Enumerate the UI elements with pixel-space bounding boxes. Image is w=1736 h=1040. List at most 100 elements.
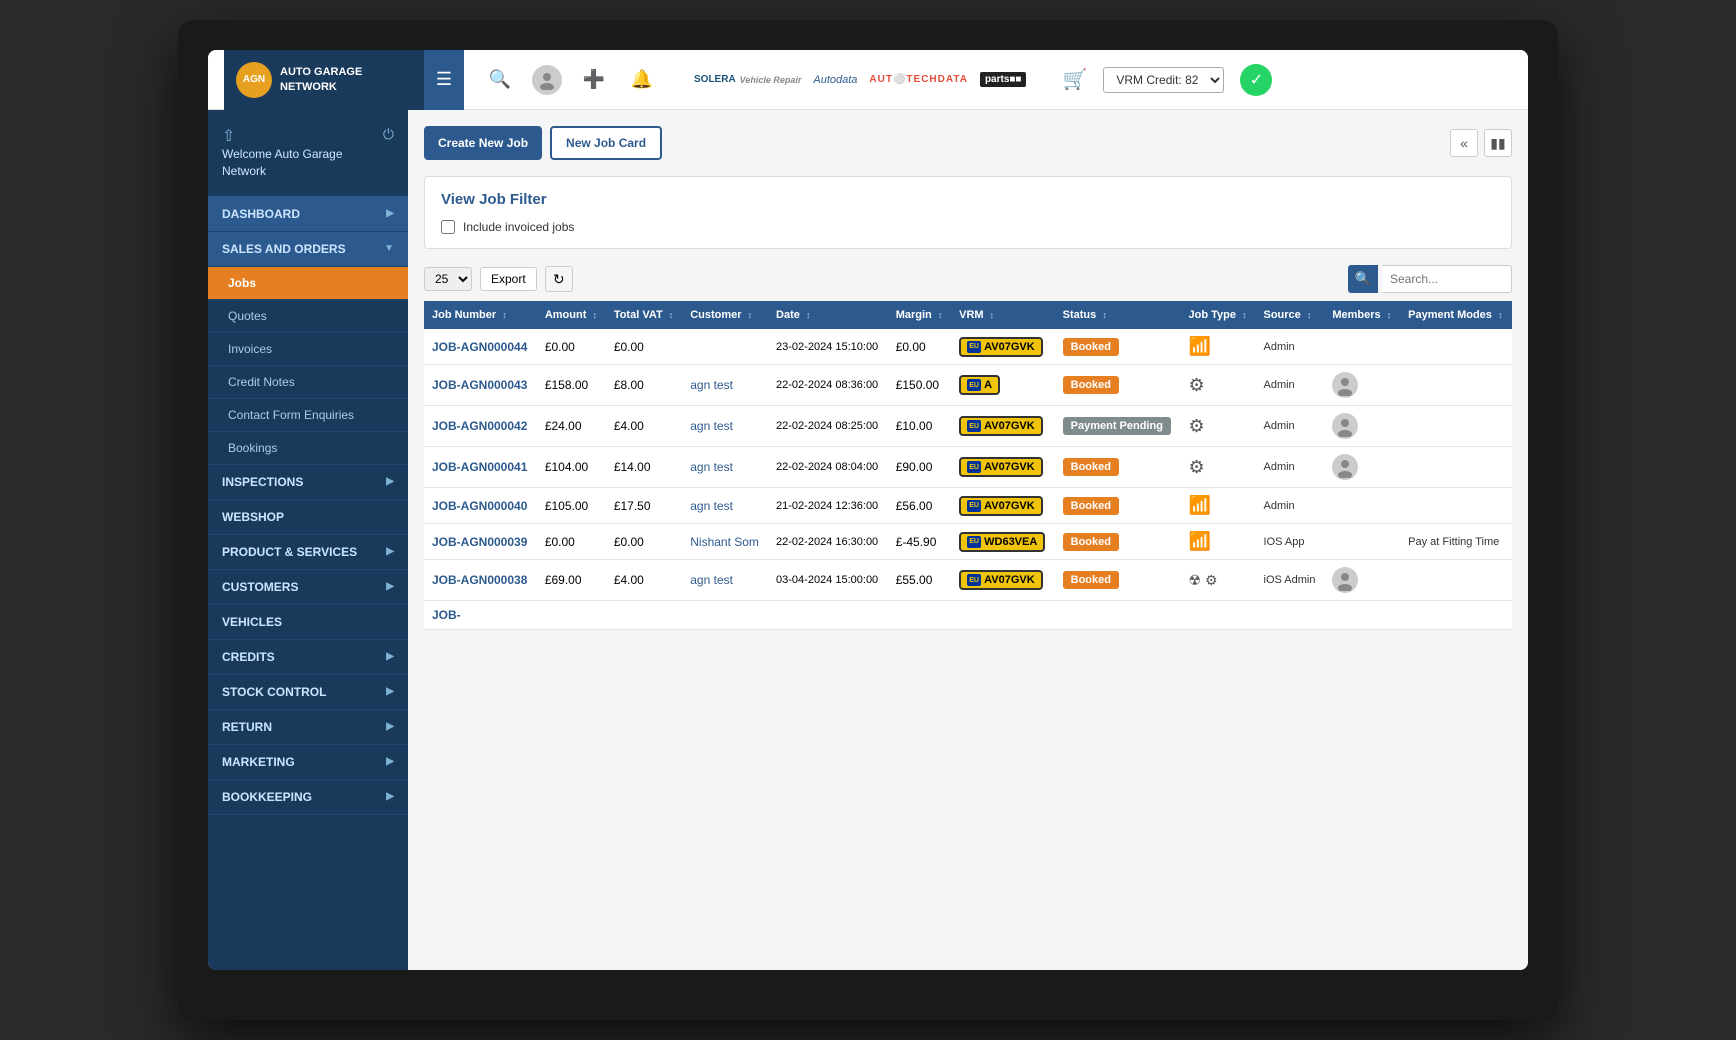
table-search-button[interactable]: 🔍 — [1348, 265, 1378, 293]
job-number-link[interactable]: JOB-AGN000041 — [432, 460, 527, 474]
cell-vrm: EUA — [951, 365, 1055, 406]
customer-link[interactable]: agn test — [690, 573, 733, 587]
cell-vrm: EUAV07GVK — [951, 329, 1055, 365]
vrm-credit-select[interactable]: VRM Credit: 82 — [1103, 67, 1224, 93]
th-members: Members ↕ — [1324, 301, 1400, 329]
cell-source — [1256, 601, 1325, 630]
sidebar-item-vehicles[interactable]: VEHICLES — [208, 605, 408, 640]
table-row: JOB-AGN000042£24.00£4.00agn test22-02-20… — [424, 406, 1512, 447]
job-number-link[interactable]: JOB-AGN000039 — [432, 535, 527, 549]
sidebar-item-customers[interactable]: CUSTOMERS ▶ — [208, 570, 408, 605]
cell-job-number: JOB-AGN000041 — [424, 447, 537, 488]
add-icon-button[interactable]: ➕ — [578, 64, 610, 96]
table-row: JOB-AGN000038£69.00£4.00agn test03-04-20… — [424, 560, 1512, 601]
bell-icon-button[interactable]: 🔔 — [626, 64, 658, 96]
status-badge: Booked — [1063, 533, 1119, 551]
cell-source: Admin — [1256, 447, 1325, 488]
vrm-badge[interactable]: EUAV07GVK — [959, 337, 1043, 357]
cell-customer: agn test — [682, 560, 768, 601]
table-row: JOB- — [424, 601, 1512, 630]
table-header-row: Job Number ↕ Amount ↕ Total VAT ↕ Custom… — [424, 301, 1512, 329]
vrm-badge[interactable]: EUAV07GVK — [959, 457, 1043, 477]
job-number-link[interactable]: JOB-AGN000038 — [432, 573, 527, 587]
cell-customer: agn test — [682, 488, 768, 524]
cell-members — [1324, 601, 1400, 630]
vrm-badge[interactable]: EUWD63VEA — [959, 532, 1045, 552]
sidebar-item-credits[interactable]: CREDITS ▶ — [208, 640, 408, 675]
cell-payment-modes — [1400, 406, 1512, 447]
up-arrow-icon[interactable]: ⇧ — [222, 126, 343, 146]
new-job-card-button[interactable]: New Job Card — [550, 126, 662, 160]
profile-avatar-nav[interactable] — [532, 65, 562, 95]
sidebar-item-bookkeeping[interactable]: BOOKKEEPING ▶ — [208, 780, 408, 815]
cell-total-vat: £14.00 — [606, 447, 682, 488]
export-button[interactable]: Export — [480, 267, 537, 291]
sidebar-item-webshop[interactable]: WEBSHOP — [208, 500, 408, 535]
sidebar-sub-quotes[interactable]: Quotes — [208, 300, 408, 333]
logo-area: AGN AUTO GARAGE NETWORK — [224, 50, 424, 110]
vrm-badge[interactable]: EUA — [959, 375, 1000, 395]
job-number-link[interactable]: JOB-AGN000044 — [432, 340, 527, 354]
per-page-select[interactable]: 25 — [424, 267, 472, 291]
search-icon-button[interactable]: 🔍 — [484, 64, 516, 96]
sidebar: ⇧ Welcome Auto GarageNetwork ⏻ DASHBOARD… — [208, 110, 408, 970]
vrm-badge[interactable]: EUAV07GVK — [959, 570, 1043, 590]
customer-link[interactable]: agn test — [690, 460, 733, 474]
whatsapp-button[interactable]: ✓ — [1240, 64, 1272, 96]
job-number-link[interactable]: JOB- — [432, 608, 461, 622]
sidebar-item-marketing[interactable]: MARKETING ▶ — [208, 745, 408, 780]
logo-icon: AGN — [236, 62, 272, 98]
cell-source: IOS App — [1256, 524, 1325, 560]
sidebar-item-inspections[interactable]: INSPECTIONS ▶ — [208, 465, 408, 500]
cell-total-vat: £0.00 — [606, 329, 682, 365]
toolbar-left: Create New Job New Job Card — [424, 126, 662, 160]
toolbar-right: « ▮▮ — [1450, 129, 1512, 157]
job-number-link[interactable]: JOB-AGN000042 — [432, 419, 527, 433]
cell-vrm — [951, 601, 1055, 630]
include-invoiced-checkbox[interactable] — [441, 220, 455, 234]
cell-source: Admin — [1256, 365, 1325, 406]
wifi-icon: 📶 — [1189, 531, 1211, 551]
sidebar-sub-bookings[interactable]: Bookings — [208, 432, 408, 465]
cell-vrm: EUWD63VEA — [951, 524, 1055, 560]
member-avatar — [1332, 372, 1358, 398]
toolbar-back-button[interactable]: « — [1450, 129, 1478, 157]
refresh-button[interactable]: ↻ — [545, 266, 573, 292]
chevron-marketing: ▶ — [386, 756, 394, 767]
th-customer: Customer ↕ — [682, 301, 768, 329]
th-job-type: Job Type ↕ — [1181, 301, 1256, 329]
sidebar-item-dashboard[interactable]: DASHBOARD ▶ — [208, 197, 408, 232]
job-number-link[interactable]: JOB-AGN000040 — [432, 499, 527, 513]
cell-customer: agn test — [682, 365, 768, 406]
cell-amount: £24.00 — [537, 406, 606, 447]
create-new-job-button[interactable]: Create New Job — [424, 126, 542, 160]
filter-row: Include invoiced jobs — [441, 220, 1495, 234]
sidebar-sub-contact-form[interactable]: Contact Form Enquiries — [208, 399, 408, 432]
status-badge: Payment Pending — [1063, 417, 1171, 435]
power-icon[interactable]: ⏻ — [383, 126, 394, 143]
sidebar-item-return[interactable]: RETURN ▶ — [208, 710, 408, 745]
sidebar-sub-jobs[interactable]: Jobs — [208, 267, 408, 300]
cell-date — [768, 601, 888, 630]
job-number-link[interactable]: JOB-AGN000043 — [432, 378, 527, 392]
sidebar-item-stock-control[interactable]: STOCK CONTROL ▶ — [208, 675, 408, 710]
th-job-number: Job Number ↕ — [424, 301, 537, 329]
customer-link[interactable]: Nishant Som — [690, 535, 759, 549]
cell-total-vat: £0.00 — [606, 524, 682, 560]
sidebar-sub-invoices[interactable]: Invoices — [208, 333, 408, 366]
member-avatar — [1332, 567, 1358, 593]
sidebar-item-product-services[interactable]: PRODUCT & SERVICES ▶ — [208, 535, 408, 570]
customer-link[interactable]: agn test — [690, 378, 733, 392]
customer-link[interactable]: agn test — [690, 419, 733, 433]
toolbar-chart-button[interactable]: ▮▮ — [1484, 129, 1512, 157]
cell-customer — [682, 601, 768, 630]
sidebar-item-sales-orders[interactable]: SALES AND ORDERS ▼ — [208, 232, 408, 267]
vrm-badge[interactable]: EUAV07GVK — [959, 496, 1043, 516]
sidebar-sub-credit-notes[interactable]: Credit Notes — [208, 366, 408, 399]
chevron-return: ▶ — [386, 721, 394, 732]
hamburger-menu[interactable]: ☰ — [424, 50, 464, 110]
table-search-input[interactable] — [1382, 265, 1512, 293]
vrm-badge[interactable]: EUAV07GVK — [959, 416, 1043, 436]
customer-link[interactable]: agn test — [690, 499, 733, 513]
cell-job-type: 📶 — [1181, 329, 1256, 365]
